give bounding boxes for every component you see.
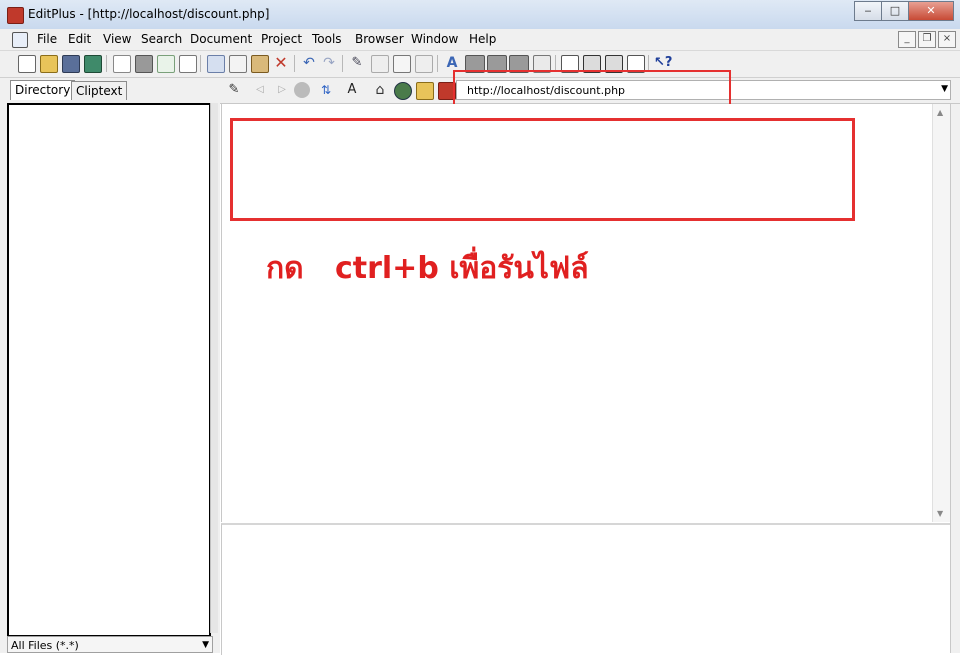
menu-project[interactable]: Project [261, 32, 302, 46]
cut-icon[interactable] [207, 55, 225, 73]
window-title: EditPlus - [http://localhost/discount.ph… [28, 7, 270, 21]
redo-icon[interactable]: ↷ [321, 55, 337, 71]
refresh-icon[interactable]: ⇅ [318, 82, 334, 98]
edit-pencil-icon[interactable]: ✎ [226, 82, 242, 98]
close-button[interactable]: ✕ [908, 1, 954, 21]
output-pane[interactable] [221, 523, 951, 655]
tab-cliptext[interactable]: Cliptext [71, 81, 128, 100]
vertical-scrollbar[interactable]: ▲ ▼ [932, 104, 950, 522]
menu-document[interactable]: Document [190, 32, 252, 46]
url-dropdown-chevron-icon[interactable]: ▼ [941, 84, 948, 94]
properties-icon[interactable] [179, 55, 197, 73]
delete-icon[interactable]: ✕ [273, 55, 289, 71]
save-icon[interactable] [62, 55, 80, 73]
tab-directory[interactable]: Directory [10, 80, 76, 100]
home-icon[interactable]: ⌂ [372, 82, 388, 98]
menu-file[interactable]: File [37, 32, 57, 46]
panel-splitter[interactable] [210, 103, 218, 633]
help-icon[interactable]: ↖? [654, 55, 672, 71]
annotation-highlight-box [230, 118, 855, 221]
stop-icon[interactable] [294, 82, 310, 98]
new-file-icon[interactable] [18, 55, 36, 73]
paste-icon[interactable] [251, 55, 269, 73]
print-icon[interactable] [135, 55, 153, 73]
scroll-down-icon[interactable]: ▼ [937, 509, 943, 518]
highlight-icon[interactable]: ✎ [349, 55, 365, 71]
directory-tree[interactable] [7, 103, 211, 637]
annotation-text: กด ctrl+b เพื่อรันไฟล์ [266, 251, 589, 286]
forward-icon[interactable]: ▷ [274, 82, 290, 98]
menu-edit[interactable]: Edit [68, 32, 91, 46]
browser-globe-icon[interactable] [394, 82, 412, 100]
mdi-minimize-button[interactable]: _ [898, 31, 916, 48]
file-filter-value: All Files (*.*) [11, 639, 79, 652]
window-controls: ‒ □ ✕ [854, 1, 954, 21]
print-preview-icon[interactable] [113, 55, 131, 73]
document-icon[interactable] [12, 32, 28, 48]
mdi-restore-button[interactable]: ❐ [918, 31, 936, 48]
menu-view[interactable]: View [103, 32, 131, 46]
menu-window[interactable]: Window [411, 32, 458, 46]
editplus-app-icon[interactable] [7, 7, 24, 24]
title-bar: EditPlus - [http://localhost/discount.ph… [0, 0, 960, 29]
mdi-close-button[interactable]: × [938, 31, 956, 48]
open-folder-icon[interactable] [40, 55, 58, 73]
save-all-icon[interactable] [84, 55, 102, 73]
font-icon[interactable]: A [444, 55, 460, 71]
browser-toolbar: ✎ ◁ ▷ ⇅ A ⌂ http://localhost/discount.ph… [220, 70, 960, 109]
clipboard-icon[interactable] [393, 55, 411, 73]
font-size-icon[interactable]: A [344, 82, 360, 98]
menu-tools[interactable]: Tools [312, 32, 342, 46]
copy-icon[interactable] [229, 55, 247, 73]
left-panel: Directory Cliptext All Files (*.*) ▼ [0, 78, 220, 653]
menu-search[interactable]: Search [141, 32, 182, 46]
file-filter-select[interactable]: All Files (*.*) ▼ [7, 636, 213, 653]
back-icon[interactable]: ◁ [252, 82, 268, 98]
replace-icon[interactable] [371, 55, 389, 73]
minimize-button[interactable]: ‒ [854, 1, 882, 21]
maximize-button[interactable]: □ [881, 1, 909, 21]
undo-icon[interactable]: ↶ [301, 55, 317, 71]
menu-browser[interactable]: Browser [355, 32, 404, 46]
right-frame-edge [950, 104, 960, 653]
scroll-up-icon[interactable]: ▲ [937, 108, 943, 117]
spellcheck-icon[interactable] [157, 55, 175, 73]
menu-bar: File Edit View Search Document Project T… [0, 29, 960, 51]
chevron-down-icon: ▼ [202, 640, 209, 650]
open-in-browser-icon[interactable] [416, 82, 434, 100]
menu-help[interactable]: Help [469, 32, 496, 46]
indent-icon[interactable] [415, 55, 433, 73]
mdi-controls: _ ❐ × [896, 31, 956, 48]
